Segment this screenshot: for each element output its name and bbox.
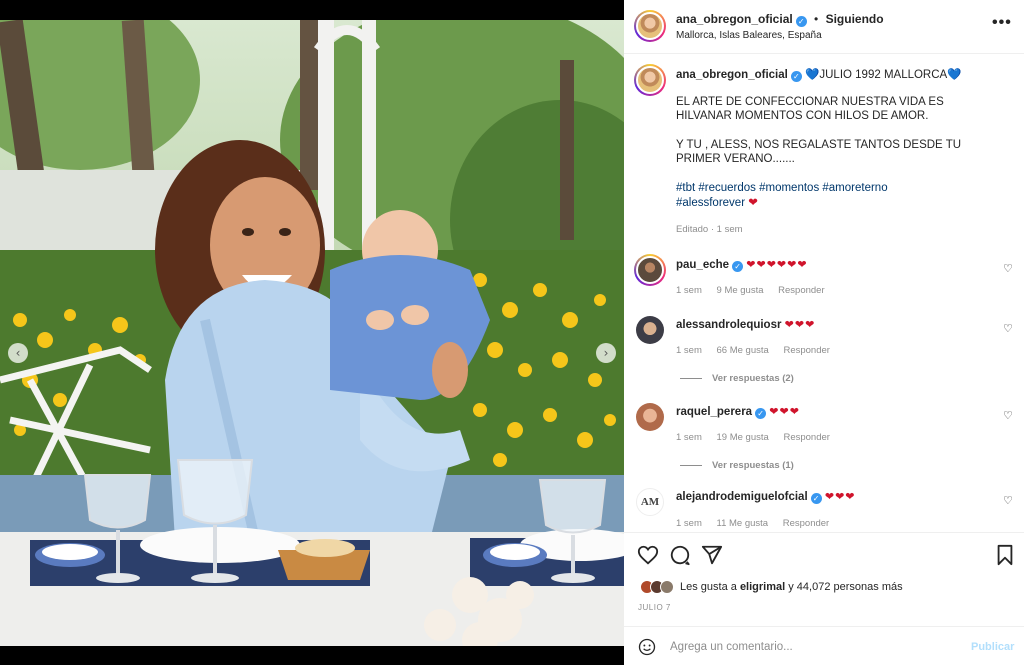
comment-text: ❤❤❤ <box>784 318 816 331</box>
comment-composer: Publicar <box>624 626 1024 665</box>
comment-age: 1 sem <box>676 518 702 529</box>
view-replies-label: Ver respuestas (2) <box>712 373 794 384</box>
photo-illustration <box>0 20 624 646</box>
reply-button[interactable]: Responder <box>783 518 829 529</box>
verified-badge-icon: ✓ <box>790 71 802 82</box>
comment-username[interactable]: pau_eche <box>676 259 729 271</box>
share-send-icon[interactable] <box>701 544 723 566</box>
comment-username[interactable]: alejandrodemiguelofcial <box>676 491 808 503</box>
verified-badge-icon: ✓ <box>795 16 807 27</box>
comment-username[interactable]: raquel_perera <box>676 406 752 418</box>
blue-heart-emoji: 💙 <box>805 67 820 81</box>
carousel-next-button[interactable]: › <box>596 343 616 363</box>
blue-heart-emoji: 💙 <box>947 67 962 81</box>
replies-divider <box>680 377 702 379</box>
instagram-post-modal: ‹ › ana_obregon_oficial ✓ • Siguiendo Mal… <box>0 0 1024 665</box>
post-location[interactable]: Mallorca, Islas Baleares, España <box>676 30 822 41</box>
comment-bubble-icon[interactable] <box>669 544 691 566</box>
comment-age: 1 sem <box>676 285 702 296</box>
comment-likes[interactable]: 9 Me gusta <box>717 285 764 296</box>
view-replies-label: Ver respuestas (1) <box>712 460 794 471</box>
post-header: ana_obregon_oficial ✓ • Siguiendo Mallorc… <box>624 0 1024 54</box>
carousel-prev-button[interactable]: ‹ <box>8 343 28 363</box>
publish-button[interactable]: Publicar <box>971 641 1014 653</box>
like-comment-heart-icon[interactable]: ♡ <box>1003 262 1013 275</box>
caption-hashtags[interactable]: #tbt #recuerdos #momentos #amoreterno <box>676 182 888 194</box>
separator-dot: • <box>814 12 819 26</box>
like-comment-heart-icon[interactable]: ♡ <box>1003 494 1013 507</box>
commenter-avatar[interactable] <box>636 403 664 431</box>
chevron-left-icon: ‹ <box>15 346 21 360</box>
save-bookmark-icon[interactable] <box>994 544 1016 566</box>
author-avatar[interactable] <box>634 10 666 42</box>
caption-hashtag[interactable]: #alessforever <box>676 197 745 209</box>
caption-meta: Editado · 1 sem <box>676 223 743 235</box>
caption-paragraph-2: Y TU , ALESS, NOS REGALASTE TANTOS DESDE… <box>676 138 962 166</box>
chevron-right-icon: › <box>603 346 609 360</box>
liker-avatar <box>660 580 674 594</box>
comment-likes[interactable]: 11 Me gusta <box>717 518 769 529</box>
reply-button[interactable]: Responder <box>783 345 829 356</box>
emoji-icon[interactable] <box>638 638 656 656</box>
like-heart-icon[interactable] <box>637 544 659 566</box>
likes-summary: Les gusta a eligrimal y 44,072 personas … <box>640 578 903 596</box>
commenter-avatar[interactable] <box>634 254 666 286</box>
commenter-avatar[interactable] <box>636 316 664 344</box>
likes-count[interactable]: y 44,072 personas más <box>788 581 902 593</box>
comment-input[interactable] <box>670 637 960 657</box>
caption-paragraph-1: EL ARTE DE CONFECCIONAR NUESTRA VIDA ES … <box>676 95 944 123</box>
likes-prefix: Les gusta a <box>680 581 737 593</box>
like-comment-heart-icon[interactable]: ♡ <box>1003 409 1013 422</box>
comment-age: 1 sem <box>676 345 702 356</box>
replies-divider <box>680 464 702 466</box>
post-photo[interactable]: ‹ › <box>0 20 624 646</box>
caption-username[interactable]: ana_obregon_oficial <box>676 69 788 81</box>
verified-badge-icon: ✓ <box>810 493 822 504</box>
like-comment-heart-icon[interactable]: ♡ <box>1003 322 1013 335</box>
post-date[interactable]: JULIO 7 <box>638 603 671 612</box>
view-replies-button[interactable]: Ver respuestas (1) <box>680 460 794 471</box>
following-button[interactable]: Siguiendo <box>826 12 884 26</box>
author-username[interactable]: ana_obregon_oficial <box>676 12 793 26</box>
post-side-panel: ana_obregon_oficial ✓ • Siguiendo Mallorc… <box>624 0 1024 665</box>
reply-button[interactable]: Responder <box>783 432 829 443</box>
comment-text: ❤❤❤❤❤❤ <box>746 258 808 271</box>
caption-headline: JULIO 1992 MALLORCA <box>819 69 948 81</box>
more-options-button[interactable]: ••• <box>992 14 1012 32</box>
verified-badge-icon: ✓ <box>755 408 767 419</box>
caption-avatar[interactable] <box>634 64 666 96</box>
comment-likes[interactable]: 66 Me gusta <box>717 345 769 356</box>
comment-text: ❤❤❤ <box>769 405 800 418</box>
header-user-line: ana_obregon_oficial ✓ • Siguiendo <box>676 12 884 27</box>
post-caption: ana_obregon_oficial ✓ 💙JULIO 1992 MALLORC… <box>676 67 996 237</box>
comment-username[interactable]: alessandrolequiosr <box>676 319 781 331</box>
comment-age: 1 sem <box>676 432 702 443</box>
comment-text: ❤❤❤ <box>824 490 856 503</box>
comment-likes[interactable]: 19 Me gusta <box>717 432 769 443</box>
red-heart-emoji: ❤ <box>748 195 758 209</box>
more-horizontal-icon: ••• <box>992 14 1012 31</box>
post-action-bar <box>624 532 1024 576</box>
reply-button[interactable]: Responder <box>778 285 824 296</box>
commenter-avatar[interactable]: AM <box>636 488 664 516</box>
view-replies-button[interactable]: Ver respuestas (2) <box>680 373 794 384</box>
liker-username[interactable]: eligrimal <box>740 581 785 593</box>
verified-badge-icon: ✓ <box>732 261 744 272</box>
